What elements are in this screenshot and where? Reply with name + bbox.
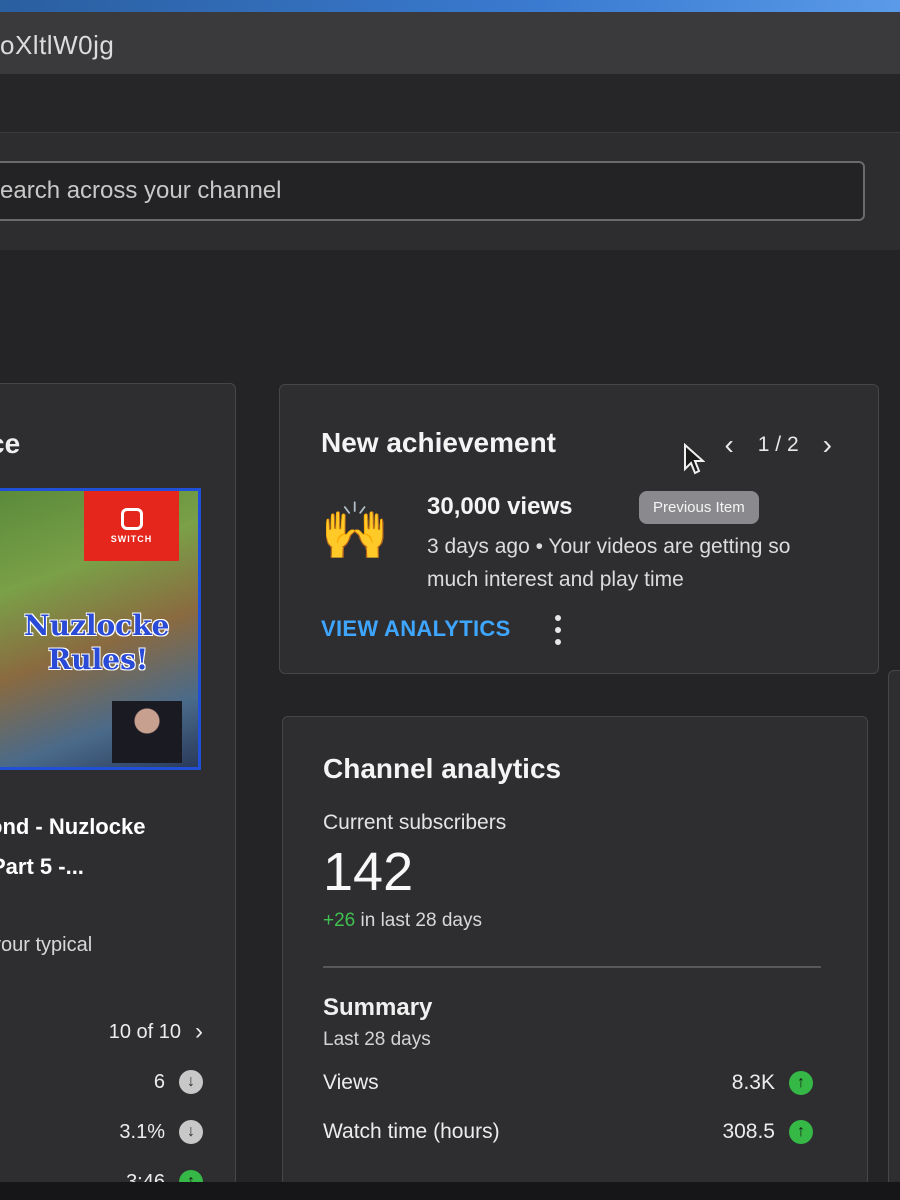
url-text: oXltlW0jg xyxy=(0,30,115,60)
previous-item-tooltip: Previous Item xyxy=(639,491,759,524)
channel-analytics-card: Channel analytics Current subscribers 14… xyxy=(282,716,868,1200)
arrow-down-icon: ↓ xyxy=(179,1120,203,1144)
achievement-pager: ‹ 1 / 2 › xyxy=(724,431,832,459)
chevron-right-icon: › xyxy=(195,1018,203,1045)
more-options-button[interactable] xyxy=(553,615,563,645)
studio-header xyxy=(0,132,900,251)
stat-row: 6 ↓ xyxy=(154,1070,203,1094)
address-bar[interactable]: oXltlW0jg xyxy=(0,12,900,74)
ranking-row[interactable]: 10 of 10 › xyxy=(109,1018,203,1046)
more-dot xyxy=(555,615,561,621)
nintendo-switch-logo: SWITCH xyxy=(84,491,179,561)
raising-hands-icon: 🙌 xyxy=(320,499,390,562)
thumbnail-text-line2: Rules! xyxy=(48,643,149,676)
new-achievement-card: New achievement ‹ 1 / 2 › 🙌 30,000 views… xyxy=(279,384,879,674)
card-title: ce xyxy=(0,428,21,459)
subscribers-change-period: in last 28 days xyxy=(360,910,482,931)
video-title-line1[interactable]: ond - Nuzlocke xyxy=(0,814,145,840)
arrow-up-icon: ↑ xyxy=(789,1120,813,1144)
metric-label: Views xyxy=(323,1071,379,1094)
stat-value: 3.1% xyxy=(119,1120,165,1143)
metric-label: Watch time (hours) xyxy=(323,1120,500,1143)
next-item-button[interactable]: › xyxy=(823,431,832,459)
search-box[interactable] xyxy=(0,161,865,221)
subscribers-change-value: +26 xyxy=(323,910,356,931)
video-performance-text: your typical xyxy=(0,934,93,956)
mouse-cursor-icon xyxy=(684,443,705,475)
screen-bezel xyxy=(0,1182,900,1200)
partial-card-right xyxy=(888,670,900,1200)
metric-row-watch-time: Watch time (hours) 308.5 ↑ xyxy=(323,1120,813,1144)
video-thumbnail[interactable]: SWITCH Nuzlocke Rules! xyxy=(0,488,201,770)
window-top-strip xyxy=(0,0,900,12)
pager-count: 1 / 2 xyxy=(757,433,799,456)
stat-row: 3.1% ↓ xyxy=(119,1120,203,1144)
video-title-line2[interactable]: Part 5 -... xyxy=(0,854,84,880)
metric-row-views: Views 8.3K ↑ xyxy=(323,1071,813,1095)
ranking-value: 10 of 10 xyxy=(108,1020,181,1043)
achievement-milestone: 30,000 views xyxy=(427,493,573,520)
subscribers-change: +26 in last 28 days xyxy=(323,910,482,932)
streamer-webcam xyxy=(112,701,182,763)
thumbnail-text-line1: Nuzlocke xyxy=(24,609,170,642)
card-title: Channel analytics xyxy=(323,753,562,784)
divider xyxy=(323,966,821,968)
card-title: New achievement xyxy=(321,427,556,458)
subscribers-count: 142 xyxy=(323,842,414,902)
subscribers-label: Current subscribers xyxy=(323,811,507,834)
tab-strip xyxy=(0,74,900,132)
previous-item-button[interactable]: ‹ xyxy=(724,431,733,459)
metric-value: 8.3K xyxy=(731,1071,775,1094)
dashboard-content: ce SWITCH Nuzlocke Rules! ond - Nuzlocke… xyxy=(0,250,900,1200)
more-dot xyxy=(555,639,561,645)
view-analytics-link[interactable]: VIEW ANALYTICS xyxy=(321,616,511,642)
latest-video-card: ce SWITCH Nuzlocke Rules! ond - Nuzlocke… xyxy=(0,383,236,1200)
more-dot xyxy=(555,627,561,633)
achievement-description: 3 days ago • Your videos are getting so … xyxy=(427,535,791,591)
search-input[interactable] xyxy=(0,163,863,219)
stat-value: 6 xyxy=(153,1070,165,1093)
switch-badge-text: SWITCH xyxy=(110,534,153,544)
metric-value: 308.5 xyxy=(722,1120,775,1143)
summary-title: Summary xyxy=(323,994,433,1021)
arrow-down-icon: ↓ xyxy=(179,1070,203,1094)
switch-icon xyxy=(120,508,143,530)
arrow-up-icon: ↑ xyxy=(789,1071,813,1095)
summary-period: Last 28 days xyxy=(323,1029,431,1050)
